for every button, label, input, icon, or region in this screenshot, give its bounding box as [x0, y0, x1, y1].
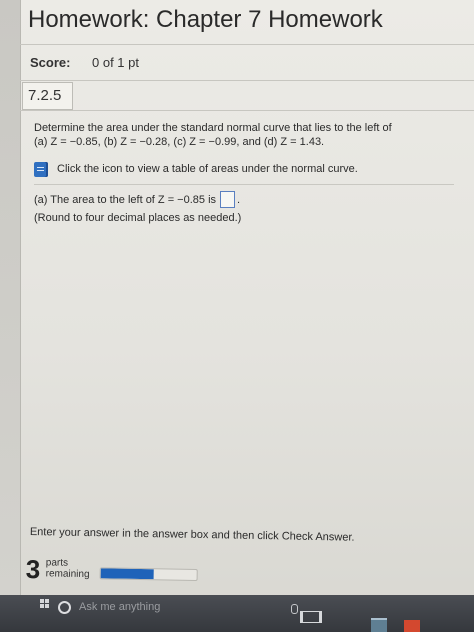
- score-label: Score:: [30, 55, 71, 70]
- left-rail: [0, 0, 21, 595]
- parts-remaining: 3 parts remaining: [25, 554, 206, 589]
- taskbar-search[interactable]: Ask me anything: [58, 598, 258, 616]
- rounding-note: (Round to four decimal places as needed.…: [34, 212, 242, 224]
- question-divider: [20, 110, 474, 111]
- answer-instruction: Enter your answer in the answer box and …: [29, 526, 355, 544]
- microphone-icon[interactable]: [291, 604, 298, 614]
- part-a-text: (a) The area to the left of Z = −0.85 is: [34, 193, 217, 206]
- page-title: Homework: Chapter 7 Homework: [28, 6, 383, 33]
- parts-progress-fill: [100, 568, 154, 580]
- score-value: 0 of 1 pt: [92, 55, 139, 70]
- book-icon[interactable]: [34, 161, 48, 177]
- part-a-suffix: .: [237, 193, 241, 206]
- parts-label-line2: remaining: [45, 568, 90, 581]
- section-divider: [34, 184, 454, 185]
- prompt-line-1: Determine the area under the standard no…: [34, 122, 392, 134]
- normal-table-link[interactable]: Click the icon to view a table of areas …: [34, 161, 358, 177]
- answer-input[interactable]: [220, 191, 236, 208]
- prompt-line-2: (a) Z = −0.85, (b) Z = −0.28, (c) Z = −0…: [34, 136, 325, 148]
- file-explorer-icon[interactable]: [371, 618, 387, 632]
- homework-screen: Homework: Chapter 7 Homework Score: 0 of…: [0, 0, 474, 632]
- search-icon: [58, 600, 71, 614]
- parts-progress-bar: [99, 567, 198, 581]
- parts-label: parts remaining: [46, 557, 90, 580]
- parts-label-line1: parts: [45, 557, 69, 569]
- answer-part-a: (a) The area to the left of Z = −0.85 is…: [34, 191, 241, 225]
- search-placeholder: Ask me anything: [79, 601, 161, 613]
- windows-start-icon[interactable]: [40, 599, 50, 609]
- table-link-text: Click the icon to view a table of areas …: [57, 163, 358, 175]
- parts-count: 3: [25, 554, 41, 585]
- task-view-icon[interactable]: [300, 611, 322, 623]
- score-bar: Score: 0 of 1 pt: [20, 45, 474, 81]
- question-prompt: Determine the area under the standard no…: [34, 121, 464, 149]
- store-app-icon[interactable]: [404, 620, 420, 632]
- question-number: 7.2.5: [22, 82, 73, 110]
- homework-header: Homework: Chapter 7 Homework: [20, 0, 474, 45]
